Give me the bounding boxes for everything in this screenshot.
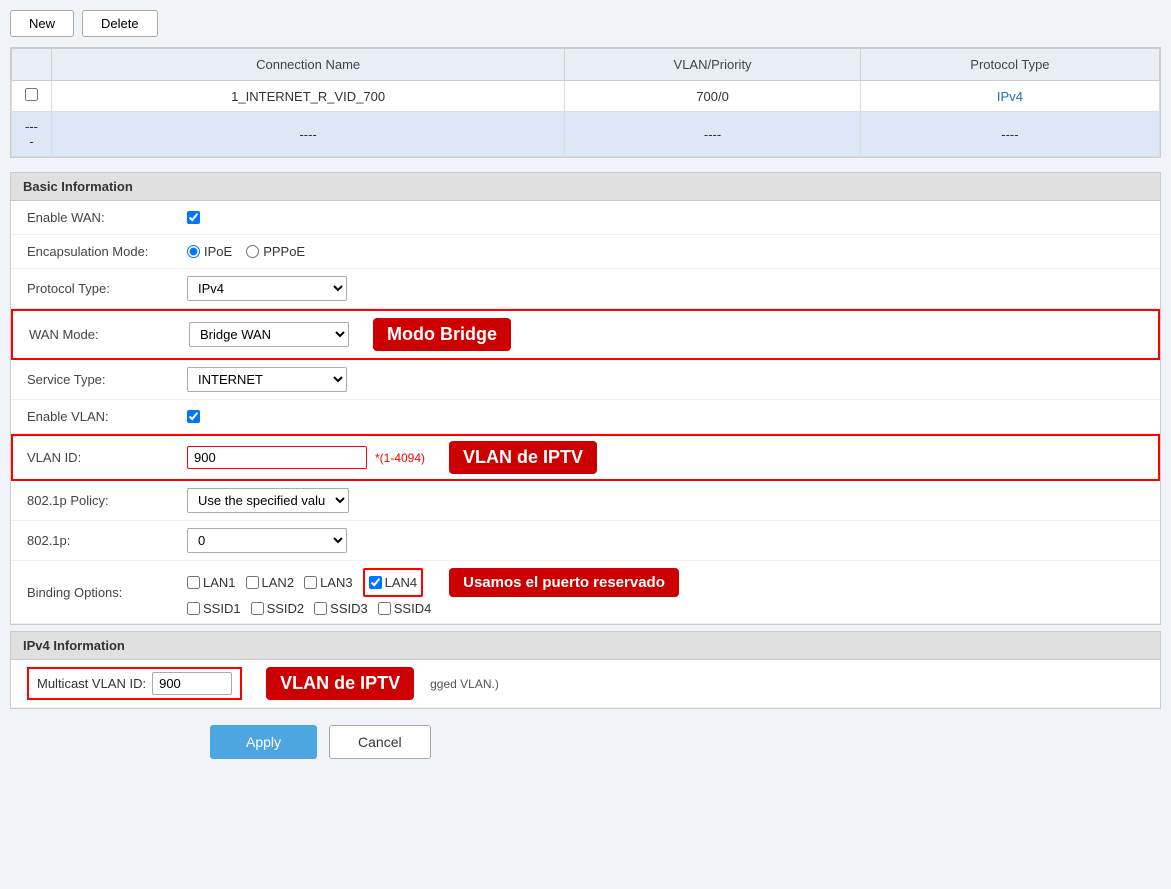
table-row[interactable]: ---- ---- ---- ---- bbox=[12, 112, 1160, 157]
ssid4-label[interactable]: SSID4 bbox=[378, 601, 432, 616]
vlan-id-hint: *(1-4094) bbox=[375, 451, 425, 465]
pppoe-radio-label[interactable]: PPPoE bbox=[246, 244, 305, 259]
vlan-id-label: VLAN ID: bbox=[27, 450, 187, 465]
lan1-checkbox[interactable] bbox=[187, 576, 200, 589]
wan-mode-row: WAN Mode: Bridge WAN Route WAN Modo Brid… bbox=[11, 309, 1160, 360]
multicast-note: gged VLAN.) bbox=[430, 677, 499, 691]
multicast-vlan-annotation: VLAN de IPTV bbox=[266, 667, 414, 700]
bottom-toolbar: Apply Cancel bbox=[10, 709, 1161, 767]
lan2-checkbox[interactable] bbox=[246, 576, 259, 589]
service-type-label: Service Type: bbox=[27, 372, 187, 387]
table-col-name: Connection Name bbox=[52, 49, 565, 81]
encapsulation-control: IPoE PPPoE bbox=[187, 244, 1144, 259]
vlan-id-row: VLAN ID: *(1-4094) VLAN de IPTV bbox=[11, 434, 1160, 481]
encapsulation-row: Encapsulation Mode: IPoE PPPoE bbox=[11, 235, 1160, 269]
toolbar: New Delete bbox=[10, 10, 1161, 37]
encapsulation-label: Encapsulation Mode: bbox=[27, 244, 187, 259]
table-row[interactable]: 1_INTERNET_R_VID_700 700/0 IPv4 bbox=[12, 81, 1160, 112]
enable-wan-label: Enable WAN: bbox=[27, 210, 187, 225]
row1-name: 1_INTERNET_R_VID_700 bbox=[52, 81, 565, 112]
multicast-vlan-label: Multicast VLAN ID: bbox=[37, 676, 146, 691]
multicast-vlan-row: Multicast VLAN ID: VLAN de IPTV gged VLA… bbox=[11, 660, 1160, 708]
protocol-type-label: Protocol Type: bbox=[27, 281, 187, 296]
new-button[interactable]: New bbox=[10, 10, 74, 37]
enable-vlan-row: Enable VLAN: bbox=[11, 400, 1160, 434]
dot1p-policy-control: Use the specified valu Use the inner val… bbox=[187, 488, 1144, 513]
row1-checkbox[interactable] bbox=[25, 88, 38, 101]
basic-info-section: Basic Information Enable WAN: Encapsulat… bbox=[10, 172, 1161, 625]
enable-wan-control bbox=[187, 211, 1144, 224]
ssid3-label[interactable]: SSID3 bbox=[314, 601, 368, 616]
row2-vlan: ---- bbox=[565, 112, 861, 157]
dot1p-select[interactable]: 0 1 2 3 4 5 6 7 bbox=[187, 528, 347, 553]
wan-mode-select[interactable]: Bridge WAN Route WAN bbox=[189, 322, 349, 347]
ssid1-checkbox[interactable] bbox=[187, 602, 200, 615]
lan2-label[interactable]: LAN2 bbox=[246, 568, 295, 597]
ipv4-info-section: IPv4 Information Multicast VLAN ID: VLAN… bbox=[10, 631, 1161, 709]
pppoe-label: PPPoE bbox=[263, 244, 305, 259]
ipoe-radio[interactable] bbox=[187, 245, 200, 258]
ssid2-checkbox[interactable] bbox=[251, 602, 264, 615]
enable-wan-row: Enable WAN: bbox=[11, 201, 1160, 235]
binding-row1: LAN1 LAN2 LAN3 LAN4 Usamos el puerto res… bbox=[187, 568, 679, 597]
delete-button[interactable]: Delete bbox=[82, 10, 158, 37]
binding-annotation: Usamos el puerto reservado bbox=[449, 568, 679, 597]
wan-mode-label: WAN Mode: bbox=[29, 327, 189, 342]
ssid4-checkbox[interactable] bbox=[378, 602, 391, 615]
lan1-label[interactable]: LAN1 bbox=[187, 568, 236, 597]
protocol-type-control: IPv4 IPv6 IPv4/IPv6 bbox=[187, 276, 1144, 301]
vlan-id-control: *(1-4094) VLAN de IPTV bbox=[187, 441, 1144, 474]
row1-protocol: IPv4 bbox=[860, 81, 1159, 112]
dot1p-policy-select[interactable]: Use the specified valu Use the inner val… bbox=[187, 488, 349, 513]
dot1p-policy-row: 802.1p Policy: Use the specified valu Us… bbox=[11, 481, 1160, 521]
row2-checkbox-cell: ---- bbox=[12, 112, 52, 157]
dot1p-control: 0 1 2 3 4 5 6 7 bbox=[187, 528, 1144, 553]
wan-mode-annotation: Modo Bridge bbox=[373, 318, 511, 351]
lan3-checkbox[interactable] bbox=[304, 576, 317, 589]
multicast-vlan-box: Multicast VLAN ID: bbox=[27, 667, 242, 700]
ipv4-info-header: IPv4 Information bbox=[11, 632, 1160, 660]
table-col-checkbox bbox=[12, 49, 52, 81]
enable-vlan-label: Enable VLAN: bbox=[27, 409, 187, 424]
service-type-row: Service Type: INTERNET TR069 VOIP OTHER bbox=[11, 360, 1160, 400]
service-type-control: INTERNET TR069 VOIP OTHER bbox=[187, 367, 1144, 392]
ipoe-radio-label[interactable]: IPoE bbox=[187, 244, 232, 259]
binding-row2: SSID1 SSID2 SSID3 SSID4 bbox=[187, 601, 431, 616]
cancel-button[interactable]: Cancel bbox=[329, 725, 431, 759]
binding-row: Binding Options: LAN1 LAN2 LAN3 LAN4 Usa… bbox=[11, 561, 1160, 624]
connection-table-wrapper: Connection Name VLAN/Priority Protocol T… bbox=[10, 47, 1161, 158]
table-col-vlan: VLAN/Priority bbox=[565, 49, 861, 81]
multicast-vlan-input[interactable] bbox=[152, 672, 232, 695]
binding-control: LAN1 LAN2 LAN3 LAN4 Usamos el puerto res… bbox=[187, 568, 1144, 616]
protocol-type-select[interactable]: IPv4 IPv6 IPv4/IPv6 bbox=[187, 276, 347, 301]
pppoe-radio[interactable] bbox=[246, 245, 259, 258]
ipoe-label: IPoE bbox=[204, 244, 232, 259]
row2-protocol: ---- bbox=[860, 112, 1159, 157]
dot1p-policy-label: 802.1p Policy: bbox=[27, 493, 187, 508]
lan3-label[interactable]: LAN3 bbox=[304, 568, 353, 597]
protocol-type-row: Protocol Type: IPv4 IPv6 IPv4/IPv6 bbox=[11, 269, 1160, 309]
enable-vlan-checkbox[interactable] bbox=[187, 410, 200, 423]
wan-mode-control: Bridge WAN Route WAN Modo Bridge bbox=[189, 318, 1142, 351]
service-type-select[interactable]: INTERNET TR069 VOIP OTHER bbox=[187, 367, 347, 392]
vlan-id-annotation: VLAN de IPTV bbox=[449, 441, 597, 474]
lan4-checkbox[interactable] bbox=[369, 576, 382, 589]
row2-name: ---- bbox=[52, 112, 565, 157]
enable-vlan-control bbox=[187, 410, 1144, 423]
dot1p-row: 802.1p: 0 1 2 3 4 5 6 7 bbox=[11, 521, 1160, 561]
dot1p-label: 802.1p: bbox=[27, 533, 187, 548]
vlan-id-input[interactable] bbox=[187, 446, 367, 469]
row1-vlan: 700/0 bbox=[565, 81, 861, 112]
ssid3-checkbox[interactable] bbox=[314, 602, 327, 615]
lan4-label[interactable]: LAN4 bbox=[363, 568, 424, 597]
connection-table: Connection Name VLAN/Priority Protocol T… bbox=[11, 48, 1160, 157]
ssid2-label[interactable]: SSID2 bbox=[251, 601, 305, 616]
table-col-protocol: Protocol Type bbox=[860, 49, 1159, 81]
binding-label: Binding Options: bbox=[27, 585, 187, 600]
ssid1-label[interactable]: SSID1 bbox=[187, 601, 241, 616]
enable-wan-checkbox[interactable] bbox=[187, 211, 200, 224]
apply-button[interactable]: Apply bbox=[210, 725, 317, 759]
basic-info-header: Basic Information bbox=[11, 173, 1160, 201]
